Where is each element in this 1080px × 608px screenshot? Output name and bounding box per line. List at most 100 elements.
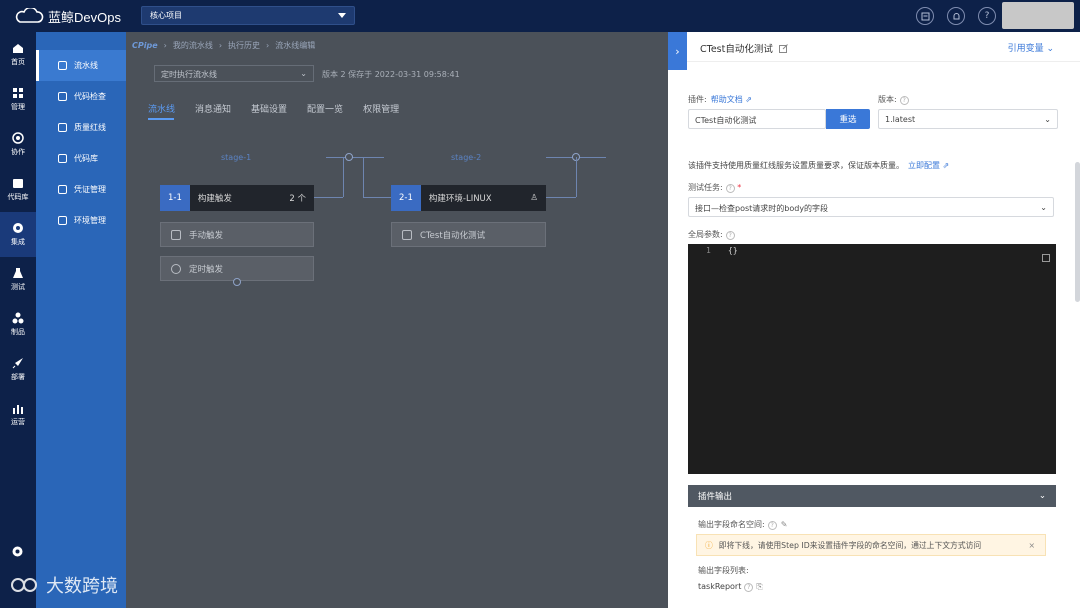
global-params-label-text: 全局参数: [688,230,723,239]
bell-icon[interactable] [947,7,965,25]
breadcrumb-item[interactable]: 执行历史 [228,40,260,51]
editor-code: {} [728,246,738,255]
nav-label: 制品 [11,328,25,336]
add-task-dot[interactable] [233,278,241,286]
test-task-select[interactable]: 接口—检查post请求时的body的字段 ⌄ [688,197,1054,217]
user-avatar[interactable] [1002,2,1074,29]
tab-overview[interactable]: 配置一览 [307,102,343,115]
breadcrumb: CPipe › 我的流水线 › 执行历史 › 流水线编辑 [132,40,316,51]
nav-item-code[interactable]: 代码库 [0,167,36,212]
sidebar-item-quality-gate[interactable]: 质量红线 [36,112,126,143]
stage-connector [363,197,391,198]
chevron-down-icon: ⌄ [1040,203,1047,212]
watermark-text: 大数跨境 [46,576,118,596]
sidebar-item-pipeline[interactable]: 流水线 [36,50,126,81]
external-link-icon[interactable]: ⇗ [743,95,752,104]
collapse-panel-button[interactable]: › [668,32,687,70]
plugin-output-header[interactable]: 插件输出 ⌄ [688,485,1056,507]
config-now-link[interactable]: 立即配置 [908,161,940,170]
task-ctest[interactable]: CTest自动化测试 [391,222,546,247]
pipeline-select[interactable]: 定时执行流水线 ⌄ [154,65,314,82]
breadcrumb-item[interactable]: 我的流水线 [173,40,213,51]
plugin-input[interactable]: CTest自动化测试 [688,109,826,129]
sidebar-item-env[interactable]: 环境管理 [36,205,126,236]
sidebar-item-credentials[interactable]: 凭证管理 [36,174,126,205]
watermark-logo-icon [10,574,40,596]
chevron-down-icon: ⌄ [300,69,307,78]
close-icon[interactable]: × [1028,541,1035,550]
copy-icon[interactable]: ⎘ [756,582,762,591]
help-circle-icon[interactable]: ? [899,96,909,105]
help-doc-link[interactable]: 帮助文档 [711,95,743,104]
nav-label: 集成 [11,238,25,246]
gear-icon[interactable] [11,545,24,558]
nav-item-manage[interactable]: 管理 [0,77,36,122]
test-task-label: 测试任务:? * [688,182,741,193]
tab-pipeline[interactable]: 流水线 [148,102,175,115]
help-circle-icon[interactable]: ? [744,583,754,592]
stage-label: stage-2 [451,153,482,162]
project-select[interactable]: 核心项目 [141,6,355,25]
reselect-button[interactable]: 重选 [826,109,870,129]
code-check-icon [58,92,67,101]
nav-item-test[interactable]: 测试 [0,257,36,302]
tab-permission[interactable]: 权限管理 [363,102,399,115]
external-link-icon[interactable]: ⇗ [940,161,950,170]
help-circle-icon[interactable]: ? [725,231,735,240]
nav-label: 部署 [11,373,25,381]
task-manual-trigger[interactable]: 手动触发 [160,222,314,247]
help-circle-icon[interactable]: ? [767,521,777,530]
breadcrumb-brand[interactable]: CPipe [132,41,158,50]
help-circle-icon[interactable]: ? [725,184,735,193]
hand-icon [171,230,181,240]
output-list-label: 输出字段列表: [698,566,749,575]
job-count: 2 个 [289,194,306,204]
breadcrumb-current: 流水线编辑 [275,41,316,50]
fullscreen-icon[interactable] [1042,254,1050,262]
nav-item-ops[interactable]: 运营 [0,392,36,437]
nav-item-home[interactable]: 首页 [0,32,36,77]
integration-icon [12,222,24,234]
version-select[interactable]: 1.latest ⌄ [878,109,1058,129]
tab-notify[interactable]: 消息通知 [195,102,231,115]
edit-icon[interactable] [778,43,788,53]
job-header[interactable]: 1-1 构建触发 2 个 [160,185,314,211]
warning-icon: ⓘ [705,540,713,550]
code-editor[interactable]: 1 {} [688,244,1056,474]
plugin-output-title: 插件输出 [698,492,733,502]
panel-header: › CTest自动化测试 引用变量 ⌄ [668,32,1080,70]
help-icon[interactable]: ? [978,7,996,25]
clock-icon [171,264,181,274]
sidebar-item-label: 凭证管理 [74,185,106,194]
caret-down-icon [338,13,346,18]
plugin-label: 插件: 帮助文档 ⇗ [688,94,752,105]
nav-item-deploy[interactable]: 部署 [0,347,36,392]
job-header[interactable]: 2-1 构建环境-LINUX ♙ [391,185,546,211]
chevron-right-icon: › [675,44,680,58]
sidebar-item-code-check[interactable]: 代码检查 [36,81,126,112]
nav-item-collab[interactable]: 协作 [0,122,36,167]
deprecation-warning: ⓘ 即将下线，请使用Step ID来设置插件字段的命名空间，通过上下文方式访问 … [696,534,1046,556]
panel-scrollbar[interactable] [1075,162,1080,302]
panel-title: CTest自动化测试 [700,41,788,55]
brand-logo[interactable]: 蓝鲸DevOps [0,7,130,26]
plugin-description: 该插件支持使用质量红线服务设置质量要求，保证版本质量。 立即配置 ⇗ [688,160,949,171]
ref-variable-link[interactable]: 引用变量 ⌄ [1008,41,1054,54]
edit-icon[interactable]: ✎ [781,520,788,529]
plugin-config-panel: › CTest自动化测试 引用变量 ⌄ 插件: 帮助文档 ⇗ 版本:? CTest… [668,32,1080,608]
nav-item-integration[interactable]: 集成 [0,212,36,257]
stage-label: stage-1 [221,153,252,162]
doc-icon[interactable] [916,7,934,25]
sidebar-item-repo[interactable]: 代码库 [36,143,126,174]
nav-item-artifact[interactable]: 制品 [0,302,36,347]
tab-basic[interactable]: 基础设置 [251,102,287,115]
stage-connector [545,197,576,198]
task-label: CTest自动化测试 [420,230,486,241]
top-bar: 蓝鲸DevOps 核心项目 ? [0,0,1080,32]
global-params-label: 全局参数:? [688,229,735,240]
sidebar-item-label: 环境管理 [74,216,106,225]
plugin-label-text: 插件: [688,95,707,104]
stage-connector [576,157,577,197]
required-mark: * [734,183,742,192]
add-stage-dot[interactable] [345,153,353,161]
